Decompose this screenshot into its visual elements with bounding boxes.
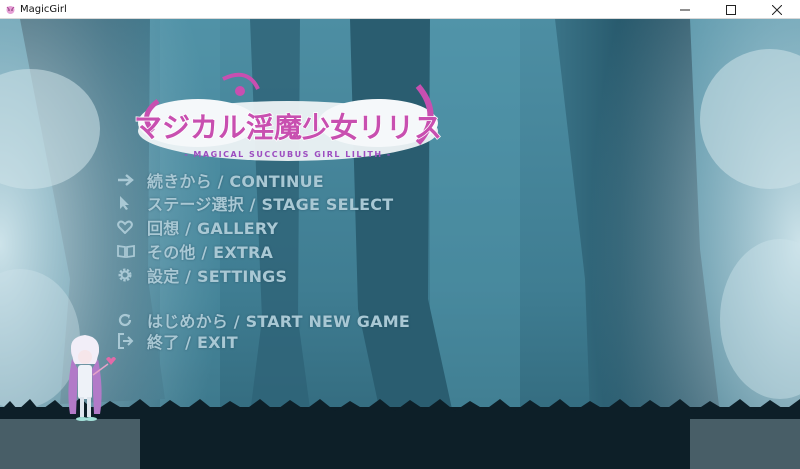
pointer-icon bbox=[117, 194, 139, 212]
close-button[interactable] bbox=[754, 0, 800, 19]
app-window: MagicGirl マジカル淫魔少女リリス - MAGICAL SUCCUBUS… bbox=[0, 0, 800, 469]
menu-label: 設定 / SETTINGS bbox=[147, 267, 288, 286]
menu-label: 続きから / CONTINUE bbox=[147, 172, 324, 191]
menu-extra[interactable]: その他 / EXTRA bbox=[117, 240, 273, 262]
menu-continue[interactable]: 続きから / CONTINUE bbox=[117, 169, 324, 191]
menu-gallery[interactable]: 回想 / GALLERY bbox=[117, 216, 278, 238]
logo-subtitle: - MAGICAL SUCCUBUS GIRL LILITH - bbox=[184, 150, 391, 159]
game-logo: マジカル淫魔少女リリス - MAGICAL SUCCUBUS GIRL LILI… bbox=[133, 72, 443, 161]
arrow-right-icon bbox=[117, 171, 139, 189]
logo-title: マジカル淫魔少女リリス bbox=[134, 111, 442, 144]
maximize-button[interactable] bbox=[708, 0, 754, 19]
menu-label: 終了 / EXIT bbox=[147, 333, 238, 352]
minimize-icon bbox=[680, 9, 690, 11]
gear-icon bbox=[117, 266, 139, 284]
menu-stage-select[interactable]: ステージ選択 / STAGE SELECT bbox=[117, 192, 393, 214]
app-icon bbox=[6, 6, 15, 14]
menu-label: その他 / EXTRA bbox=[147, 243, 274, 262]
window-title: MagicGirl bbox=[20, 4, 67, 15]
minimize-button[interactable] bbox=[662, 0, 708, 19]
menu-settings[interactable]: 設定 / SETTINGS bbox=[117, 264, 287, 286]
menu-start-new-game[interactable]: はじめから / START NEW GAME bbox=[117, 309, 410, 331]
game-screen: マジカル淫魔少女リリス - MAGICAL SUCCUBUS GIRL LILI… bbox=[0, 19, 800, 469]
menu-label: ステージ選択 / STAGE SELECT bbox=[147, 195, 394, 214]
maximize-icon bbox=[726, 5, 736, 15]
heart-icon bbox=[117, 218, 139, 236]
close-icon bbox=[772, 5, 782, 15]
exit-icon bbox=[117, 332, 139, 350]
restart-icon bbox=[117, 311, 139, 329]
menu-exit[interactable]: 終了 / EXIT bbox=[117, 330, 238, 352]
book-icon bbox=[117, 242, 139, 260]
title-bar: MagicGirl bbox=[0, 0, 800, 19]
menu-label: 回想 / GALLERY bbox=[147, 219, 279, 238]
